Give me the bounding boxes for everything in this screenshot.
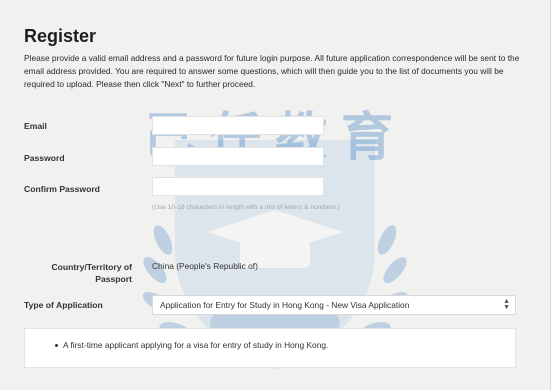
- intro-text: Please provide a valid email address and…: [24, 53, 520, 89]
- country-value: China (People's Republic of): [152, 261, 258, 271]
- confirm-password-label: Confirm Password: [24, 184, 100, 194]
- country-label-line1: Country/Territory of: [51, 262, 132, 272]
- password-field[interactable]: [152, 147, 324, 166]
- application-type-label: Type of Application: [24, 300, 103, 310]
- confirm-password-field[interactable]: [152, 177, 324, 196]
- application-info-box: A first-time applicant applying for a vi…: [24, 328, 516, 368]
- application-note: A first-time applicant applying for a vi…: [63, 340, 329, 350]
- password-label: Password: [24, 153, 65, 163]
- email-label: Email: [24, 121, 47, 131]
- application-type-select[interactable]: Application for Entry for Study in Hong …: [152, 295, 516, 315]
- password-hint: (Use 10-18 characters in length with a m…: [152, 204, 340, 211]
- register-page: 己任教育 Register Please provide a valid ema…: [0, 0, 551, 390]
- country-label-line2: Passport: [95, 274, 132, 284]
- email-field[interactable]: [152, 116, 324, 135]
- bullet-icon: [55, 344, 58, 347]
- select-arrows-icon: ▲ ▼: [503, 298, 510, 311]
- application-type-value: Application for Entry for Study in Hong …: [160, 300, 410, 310]
- country-label: Country/Territory of Passport: [46, 261, 132, 285]
- page-title: Register: [24, 26, 97, 46]
